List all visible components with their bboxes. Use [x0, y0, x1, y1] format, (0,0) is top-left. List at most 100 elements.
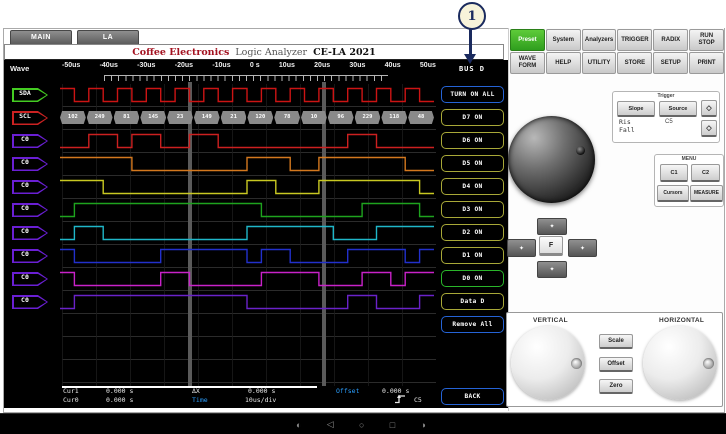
channel-label: SDA: [19, 89, 31, 97]
channel-tag[interactable]: C0: [12, 249, 48, 263]
zero-button[interactable]: Zero: [599, 379, 633, 394]
dpad-left-icon: ✦: [518, 245, 525, 252]
diamond-up-icon: ◇: [706, 105, 712, 112]
horizontal-knob[interactable]: [643, 326, 717, 400]
bus-value: 21: [220, 111, 247, 124]
channel-row-9-c0: C0: [0, 291, 508, 314]
bus-button-d3-on[interactable]: D3 ON: [441, 201, 504, 218]
volume-up-icon[interactable]: ◑: [421, 420, 426, 430]
home-icon[interactable]: ○: [359, 420, 364, 430]
slope-button[interactable]: Slope: [617, 101, 655, 117]
dpad-up-button[interactable]: ✦: [537, 218, 567, 235]
bus-value: 229: [354, 111, 381, 124]
panel-button-utility[interactable]: UTILITY: [581, 52, 617, 74]
panel-button-preset[interactable]: Preset: [510, 29, 545, 51]
channel-tag[interactable]: C0: [12, 203, 48, 217]
time-tick-label: 40us: [384, 62, 401, 69]
trigger-down-button[interactable]: ◇: [701, 120, 717, 137]
panel-button-trigger[interactable]: TRIGGER: [617, 29, 653, 51]
panel-button-print[interactable]: PRINT: [689, 52, 724, 74]
tab-main[interactable]: MAIN: [10, 30, 72, 45]
offset-button[interactable]: Offset: [599, 357, 633, 372]
scale-button[interactable]: Scale: [599, 334, 633, 349]
panel-button-radix[interactable]: RADIX: [653, 29, 689, 51]
channel-tag[interactable]: SCL: [12, 111, 48, 125]
vertical-label: VERTICAL: [533, 317, 568, 324]
digital-trace: [60, 156, 434, 172]
channel-tag[interactable]: C0: [12, 180, 48, 194]
time-label: Time: [192, 396, 208, 404]
bus-button-d1-on[interactable]: D1 ON: [441, 247, 504, 264]
back-button[interactable]: BACK: [441, 388, 504, 405]
time-axis: -50us -40us -30us -20us -10us 0 s 10us 20us 30us…: [62, 62, 436, 69]
channel-tag[interactable]: C0: [12, 295, 48, 309]
channel-tag[interactable]: C0: [12, 157, 48, 171]
dpad-down-icon: ✦: [549, 267, 555, 273]
bus-button-turn-on-all[interactable]: TURN ON ALL: [441, 86, 504, 103]
panel-button-analyzers[interactable]: Analyzers: [581, 29, 617, 51]
bus-button-d2-on[interactable]: D2 ON: [441, 224, 504, 241]
channel-row-8-c0: C0: [0, 268, 508, 291]
volume-down-icon[interactable]: ◐: [296, 420, 301, 430]
channel-tag[interactable]: C0: [12, 272, 48, 286]
bus-panel-title: BUS D: [458, 65, 486, 73]
bus-value: 81: [113, 111, 140, 124]
channel-tag[interactable]: C0: [12, 226, 48, 240]
digital-trace: [60, 225, 434, 241]
panel-button-run-stop[interactable]: RUN STOP: [689, 29, 724, 51]
time-tick-label: 10us: [278, 62, 295, 69]
bus-button-data-d[interactable]: Data D: [441, 293, 504, 310]
channel-row-4-c0: C0: [0, 176, 508, 199]
channel-label: C0: [21, 250, 29, 258]
bus-button-d5-on[interactable]: D5 ON: [441, 155, 504, 172]
system-navbar: ◐ ◁ ○ □ ◑: [0, 413, 726, 434]
annotation-arrow-head: [464, 54, 476, 64]
recents-icon[interactable]: □: [390, 420, 395, 430]
bus-value: 249: [86, 111, 113, 124]
channel-row-7-c0: C0: [0, 245, 508, 268]
bus-value: 149: [193, 111, 220, 124]
bus-value: 145: [140, 111, 167, 124]
horizontal-knob-dimple: [703, 357, 714, 369]
panel-button-help[interactable]: HELP: [545, 52, 581, 74]
slope-value: Ris Fall: [619, 118, 635, 135]
panel-button-wave-form[interactable]: WAVE FORM: [510, 52, 545, 74]
trigger-up-button[interactable]: ◇: [701, 100, 717, 117]
bus-button-d6-on[interactable]: D6 ON: [441, 132, 504, 149]
dpad-left-button[interactable]: ✦: [507, 239, 536, 257]
bus-value: 96: [327, 111, 354, 124]
cur1-label: Cur1: [63, 387, 79, 395]
bus-value: 102: [60, 111, 86, 124]
panel-button-store[interactable]: STORE: [617, 52, 653, 74]
measure-button[interactable]: MEASURE: [690, 185, 723, 202]
tab-la[interactable]: LA: [77, 30, 139, 45]
horizontal-scroll-indicator[interactable]: [62, 386, 317, 388]
trigger-box: Trigger Slope Source ◇ ◇ Ris Fall C5: [612, 91, 720, 143]
back-icon[interactable]: ◁: [327, 419, 334, 430]
panel-button-system[interactable]: System: [545, 29, 581, 51]
bus-value: 118: [381, 111, 408, 124]
c1-button[interactable]: C1: [660, 164, 688, 182]
menu-box: MENU C1 C2 Cursors MEASURE: [654, 154, 724, 207]
bus-button-d0-on[interactable]: D0 ON: [441, 270, 504, 287]
bus-button-d4-on[interactable]: D4 ON: [441, 178, 504, 195]
c2-button[interactable]: C2: [691, 164, 720, 182]
time-tick-label: 50us: [419, 62, 436, 69]
channel-tag[interactable]: C0: [12, 134, 48, 148]
dpad-right-button[interactable]: ✦: [568, 239, 597, 257]
bus-button-remove-all[interactable]: Remove All: [441, 316, 504, 333]
source-button[interactable]: Source: [659, 101, 697, 117]
panel-button-setup[interactable]: SETUP: [653, 52, 689, 74]
cur0-value: 0.000 s: [106, 396, 134, 404]
vertical-knob[interactable]: [511, 326, 585, 400]
channel-tag[interactable]: SDA: [12, 88, 48, 102]
multifunction-knob[interactable]: [508, 116, 595, 203]
diamond-down-icon: ◇: [706, 125, 712, 132]
menu-box-title: MENU: [681, 156, 697, 162]
cursors-button[interactable]: Cursors: [657, 185, 689, 202]
channel-row-6-c0: C0: [0, 222, 508, 245]
dpad-down-button[interactable]: ✦: [537, 261, 567, 278]
time-tick-label: 30us: [349, 62, 366, 69]
f-button[interactable]: F: [539, 236, 563, 256]
bus-button-d7-on[interactable]: D7 ON: [441, 109, 504, 126]
